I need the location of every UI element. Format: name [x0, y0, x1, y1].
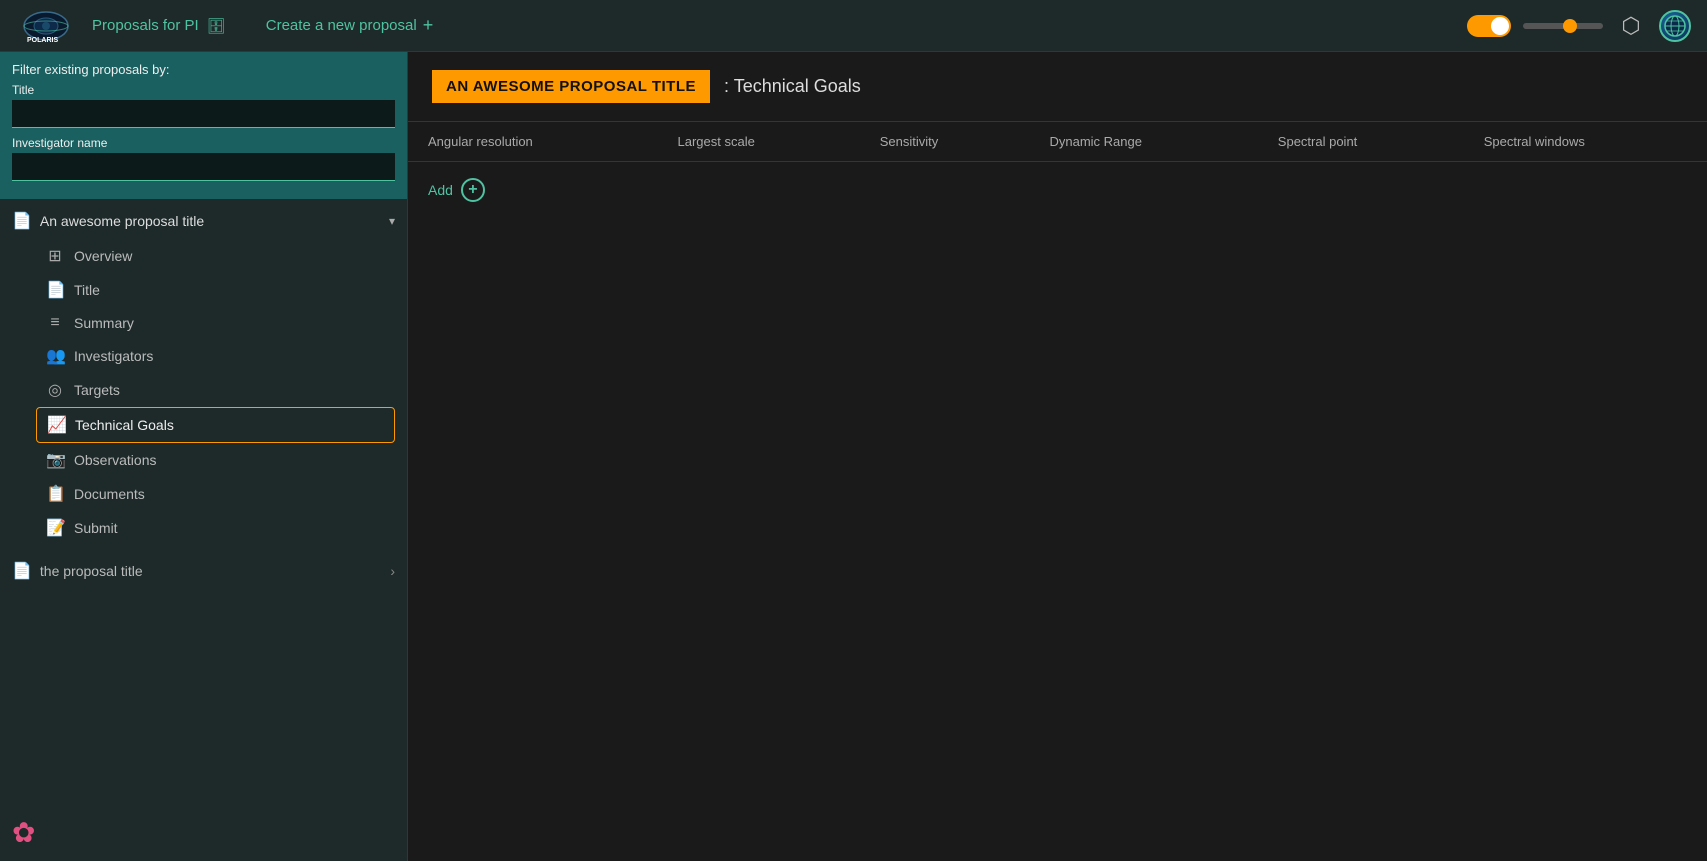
- col-largest-scale: Largest scale: [658, 122, 860, 162]
- filter-section: Filter existing proposals by: Title Inve…: [0, 52, 407, 199]
- targets-label: Targets: [74, 382, 120, 398]
- add-technical-goal-button[interactable]: +: [461, 178, 485, 202]
- col-spectral-point: Spectral point: [1258, 122, 1464, 162]
- targets-icon: ◎: [46, 380, 64, 400]
- create-proposal-link[interactable]: Create a new proposal +: [266, 15, 433, 36]
- flower-icon[interactable]: ✿: [12, 816, 395, 849]
- navbar: POLARIS Proposals for PI 🗄 Create a new …: [0, 0, 1707, 52]
- technical-goals-label: Technical Goals: [75, 417, 174, 433]
- summary-icon: ≡: [46, 314, 64, 332]
- table-area: Angular resolution Largest scale Sensiti…: [408, 122, 1707, 861]
- proposal-2-doc-icon: 📄: [12, 561, 32, 581]
- investigator-filter-input[interactable]: [12, 153, 395, 181]
- technical-goals-icon: 📈: [47, 415, 65, 435]
- investigators-label: Investigators: [74, 348, 153, 364]
- sidebar-item-submit[interactable]: 📝 Submit: [36, 511, 395, 545]
- proposal-1-chevron-icon: ▾: [389, 214, 395, 228]
- svg-text:POLARIS: POLARIS: [27, 37, 58, 44]
- title-icon: 📄: [46, 280, 64, 300]
- add-label: Add: [428, 182, 453, 198]
- sidebar-item-investigators[interactable]: 👥 Investigators: [36, 339, 395, 373]
- theme-toggle[interactable]: [1467, 15, 1511, 37]
- submit-label: Submit: [74, 520, 118, 536]
- col-sensitivity: Sensitivity: [860, 122, 1030, 162]
- sidebar-item-observations[interactable]: 📷 Observations: [36, 443, 395, 477]
- proposals-for-pi-link[interactable]: Proposals for PI 🗄: [92, 17, 226, 35]
- main-layout: Filter existing proposals by: Title Inve…: [0, 52, 1707, 861]
- proposals-label: Proposals for PI: [92, 17, 199, 34]
- content-area: AN AWESOME PROPOSAL TITLE : Technical Go…: [408, 52, 1707, 861]
- sidebar-bottom: ✿: [0, 804, 407, 861]
- proposal-1-header[interactable]: 📄 An awesome proposal title ▾: [12, 207, 395, 235]
- export-icon[interactable]: ⬡: [1615, 10, 1647, 42]
- proposal-item-2[interactable]: 📄 the proposal title ›: [0, 553, 407, 589]
- sidebar-item-summary[interactable]: ≡ Summary: [36, 307, 395, 339]
- investigator-filter-label: Investigator name: [12, 136, 395, 150]
- brightness-slider[interactable]: [1523, 23, 1603, 29]
- title-label: Title: [74, 282, 100, 298]
- language-icon[interactable]: [1659, 10, 1691, 42]
- sidebar-item-overview[interactable]: ⊞ Overview: [36, 239, 395, 273]
- observations-icon: 📷: [46, 450, 64, 470]
- proposal-badge: AN AWESOME PROPOSAL TITLE: [432, 70, 710, 103]
- submit-icon: 📝: [46, 518, 64, 538]
- col-angular-resolution: Angular resolution: [408, 122, 658, 162]
- sidebar-item-documents[interactable]: 📋 Documents: [36, 477, 395, 511]
- col-spectral-windows: Spectral windows: [1464, 122, 1707, 162]
- sidebar-item-targets[interactable]: ◎ Targets: [36, 373, 395, 407]
- page-header: AN AWESOME PROPOSAL TITLE : Technical Go…: [408, 52, 1707, 122]
- col-dynamic-range: Dynamic Range: [1029, 122, 1257, 162]
- overview-icon: ⊞: [46, 246, 64, 266]
- sidebar-item-technical-goals[interactable]: 📈 Technical Goals: [36, 407, 395, 443]
- proposal-2-chevron-icon: ›: [390, 563, 395, 579]
- nav-right-controls: ⬡: [1467, 10, 1691, 42]
- logo: POLARIS: [16, 6, 76, 46]
- title-filter-input[interactable]: [12, 100, 395, 128]
- documents-icon: 📋: [46, 484, 64, 504]
- overview-label: Overview: [74, 248, 132, 264]
- proposals-db-icon: 🗄: [207, 17, 226, 35]
- documents-label: Documents: [74, 486, 145, 502]
- technical-goals-table: Angular resolution Largest scale Sensiti…: [408, 122, 1707, 218]
- observations-label: Observations: [74, 452, 156, 468]
- proposal-1-title: An awesome proposal title: [40, 213, 381, 229]
- page-section-title: : Technical Goals: [710, 68, 875, 105]
- proposal-1-doc-icon: 📄: [12, 211, 32, 231]
- investigators-icon: 👥: [46, 346, 64, 366]
- sidebar: Filter existing proposals by: Title Inve…: [0, 52, 408, 861]
- proposal-2-title: the proposal title: [40, 563, 143, 579]
- sidebar-item-title[interactable]: 📄 Title: [36, 273, 395, 307]
- proposal-1-nav-items: ⊞ Overview 📄 Title ≡ Summary 👥 Investiga…: [12, 235, 395, 549]
- title-filter-label: Title: [12, 83, 395, 97]
- create-plus-icon: +: [423, 15, 434, 36]
- filter-label: Filter existing proposals by:: [12, 62, 395, 77]
- proposal-item-1: 📄 An awesome proposal title ▾ ⊞ Overview…: [0, 199, 407, 553]
- summary-label: Summary: [74, 315, 134, 331]
- add-row: Add +: [408, 162, 1707, 218]
